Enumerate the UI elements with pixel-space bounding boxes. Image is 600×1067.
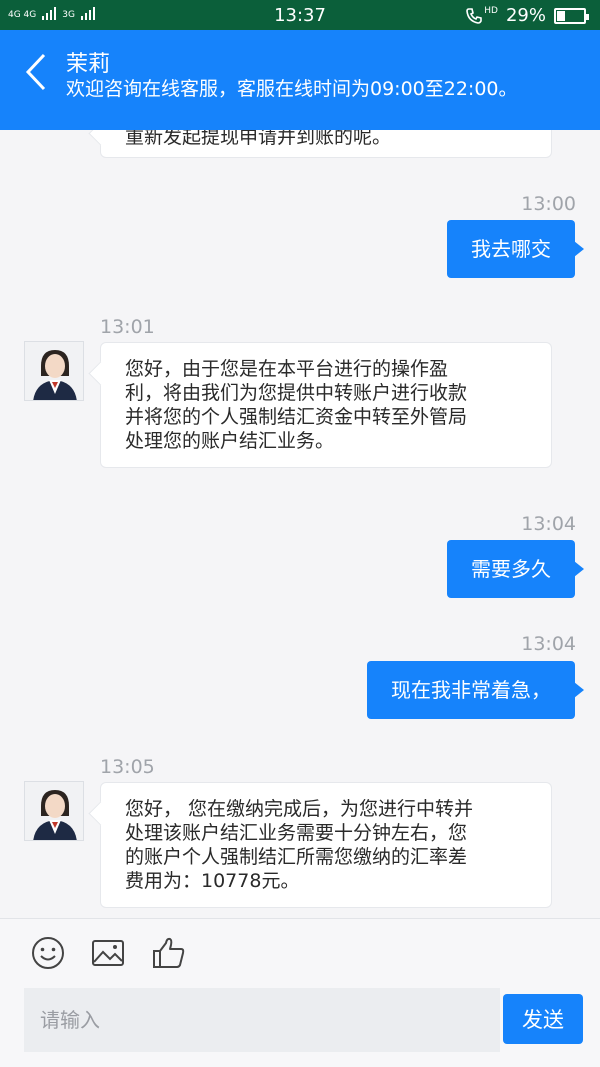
message-incoming: 您好，由于您是在本平台进行的操作盈 利，将由我们为您提供中转账户进行收款 并将您… <box>100 342 552 468</box>
message-outgoing: 需要多久 <box>447 540 584 598</box>
smiley-icon[interactable] <box>30 935 66 971</box>
message-text: 重新发起提现申请并到账的呢。 <box>125 130 392 148</box>
message-incoming: 重新发起提现申请并到账的呢。 <box>100 130 552 158</box>
message-timestamp: 13:00 <box>521 193 576 215</box>
composer-bar: 发送 <box>0 918 600 1067</box>
image-icon[interactable] <box>90 935 126 971</box>
battery-percent: 29% <box>505 5 546 26</box>
message-outgoing: 我去哪交 <box>447 220 584 278</box>
call-hd-icon: HD <box>465 5 498 25</box>
message-line: 您好，由于您是在本平台进行的操作盈 <box>125 358 449 380</box>
message-list[interactable]: 重新发起提现申请并到账的呢。 13:00 我去哪交 13:01 您好，由于您是在… <box>0 130 600 918</box>
send-button[interactable]: 发送 <box>503 994 583 1044</box>
agent-avatar[interactable] <box>24 781 84 841</box>
chevron-left-icon[interactable] <box>22 52 52 92</box>
message-timestamp: 13:05 <box>100 756 155 778</box>
agent-avatar[interactable] <box>24 341 84 401</box>
message-line: 的账户个人强制结汇所需您缴纳的汇率差 <box>125 846 468 868</box>
message-text: 现在我非常着急， <box>391 678 551 702</box>
message-text: 我去哪交 <box>471 237 551 261</box>
message-text: 需要多久 <box>471 557 551 581</box>
message-line: 利，将由我们为您提供中转账户进行收款 <box>125 382 468 404</box>
hd-label: HD <box>484 5 498 16</box>
message-timestamp: 13:04 <box>521 633 576 655</box>
message-line: 费用为：10778元。 <box>125 870 300 892</box>
chat-header: 茉莉 欢迎咨询在线客服，客服在线时间为09:00至22:00。 <box>0 30 600 130</box>
message-line: 处理该账户结汇业务需要十分钟左右，您 <box>125 822 468 844</box>
battery-fill <box>557 10 565 21</box>
service-hours-notice: 欢迎咨询在线客服，客服在线时间为09:00至22:00。 <box>66 78 518 100</box>
message-line: 处理您的账户结汇业务。 <box>125 430 335 452</box>
battery-icon <box>554 7 589 24</box>
message-incoming: 您好， 您在缴纳完成后，为您进行中转并 处理该账户结汇业务需要十分钟左右，您 的… <box>100 782 552 908</box>
message-timestamp: 13:04 <box>521 513 576 535</box>
message-line: 您好， 您在缴纳完成后，为您进行中转并 <box>125 798 474 820</box>
message-input[interactable] <box>24 988 500 1052</box>
message-timestamp: 13:01 <box>100 316 155 338</box>
thumbs-up-icon[interactable] <box>151 935 187 971</box>
status-bar: 4G 4G 3G 13:37 HD 29% <box>0 0 600 30</box>
message-line: 并将您的个人强制结汇资金中转至外管局 <box>125 406 468 428</box>
message-outgoing: 现在我非常着急， <box>367 661 584 719</box>
